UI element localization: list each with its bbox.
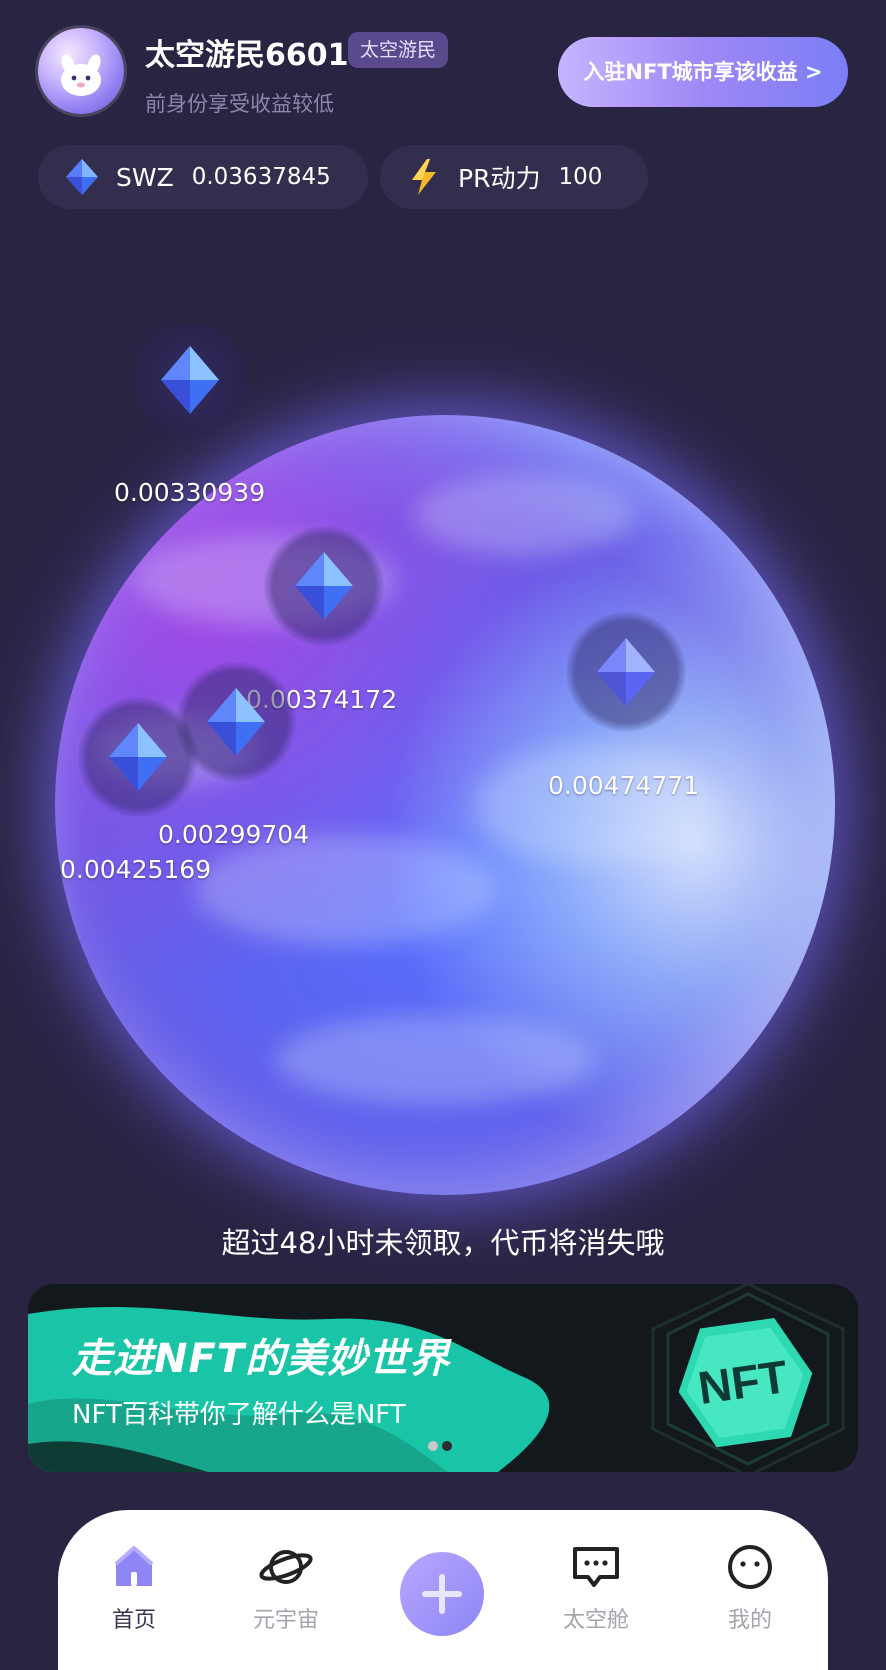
expiry-warning: 超过48小时未领取，代币将消失哦 [221, 1226, 665, 1260]
identity-subtitle: 前身份享受收益较低 [145, 92, 334, 116]
swz-balance-pill[interactable]: SWZ 0.03637845 [38, 145, 368, 209]
profile-icon [728, 1545, 772, 1589]
diamond-icon [597, 638, 655, 706]
nav-home[interactable]: 首页 [74, 1544, 194, 1634]
diamond-icon [66, 159, 98, 195]
crystal-reward-2[interactable] [264, 526, 384, 646]
diamond-icon [109, 723, 167, 791]
swz-label: SWZ [116, 162, 174, 192]
diamond-icon [295, 552, 353, 620]
crystal-reward-4[interactable] [78, 697, 198, 817]
join-nft-city-button[interactable]: 入驻NFT城市享该收益 > [558, 37, 848, 107]
crystal-value-4: 0.00425169 [60, 855, 212, 884]
pagination-dot-active [428, 1441, 438, 1451]
pr-value: 100 [558, 164, 603, 190]
planet-icon [259, 1550, 313, 1584]
home-icon [114, 1546, 154, 1586]
diamond-icon [207, 688, 265, 756]
create-plus-button[interactable] [400, 1552, 484, 1636]
lightning-icon [412, 159, 436, 195]
crystal-reward-1[interactable] [130, 320, 250, 440]
pr-power-pill[interactable]: PR动力 100 [380, 145, 648, 209]
nft-hexagon-badge: NFT [678, 1318, 813, 1448]
banner-title: 走进NFT的美妙世界 [72, 1336, 451, 1382]
banner-pagination [428, 1436, 456, 1455]
avatar-mascot-icon [61, 54, 101, 96]
nav-metaverse[interactable]: 元宇宙 [226, 1544, 346, 1634]
nav-space-capsule-label: 太空舱 [562, 1608, 629, 1633]
bottom-navigation: 首页 元宇宙 太空舱 我的 [58, 1510, 828, 1670]
plus-icon [422, 1574, 462, 1614]
crystal-value-1: 0.00330939 [114, 478, 266, 507]
nft-promo-banner[interactable]: NFT 走进NFT的美妙世界 NFT百科带你了解什么是NFT [28, 1284, 858, 1472]
nav-metaverse-label: 元宇宙 [252, 1608, 319, 1633]
chat-icon [573, 1547, 619, 1587]
crystal-reward-5[interactable] [566, 612, 686, 732]
crystal-value-5: 0.00474771 [548, 771, 700, 800]
crystal-value-3: 0.00299704 [158, 820, 310, 849]
nav-profile[interactable]: 我的 [690, 1544, 810, 1634]
banner-subtitle: NFT百科带你了解什么是NFT [72, 1400, 406, 1430]
swz-value: 0.03637845 [191, 164, 331, 190]
avatar[interactable] [38, 28, 124, 114]
nav-home-label: 首页 [111, 1608, 156, 1633]
username: 太空游民6601 [145, 38, 349, 73]
level-badge: 太空游民 [348, 32, 449, 68]
pagination-dot [442, 1441, 452, 1451]
nav-profile-label: 我的 [727, 1608, 772, 1633]
nav-space-capsule[interactable]: 太空舱 [536, 1544, 656, 1634]
diamond-icon [161, 346, 219, 414]
pr-label: PR动力 [458, 164, 541, 193]
